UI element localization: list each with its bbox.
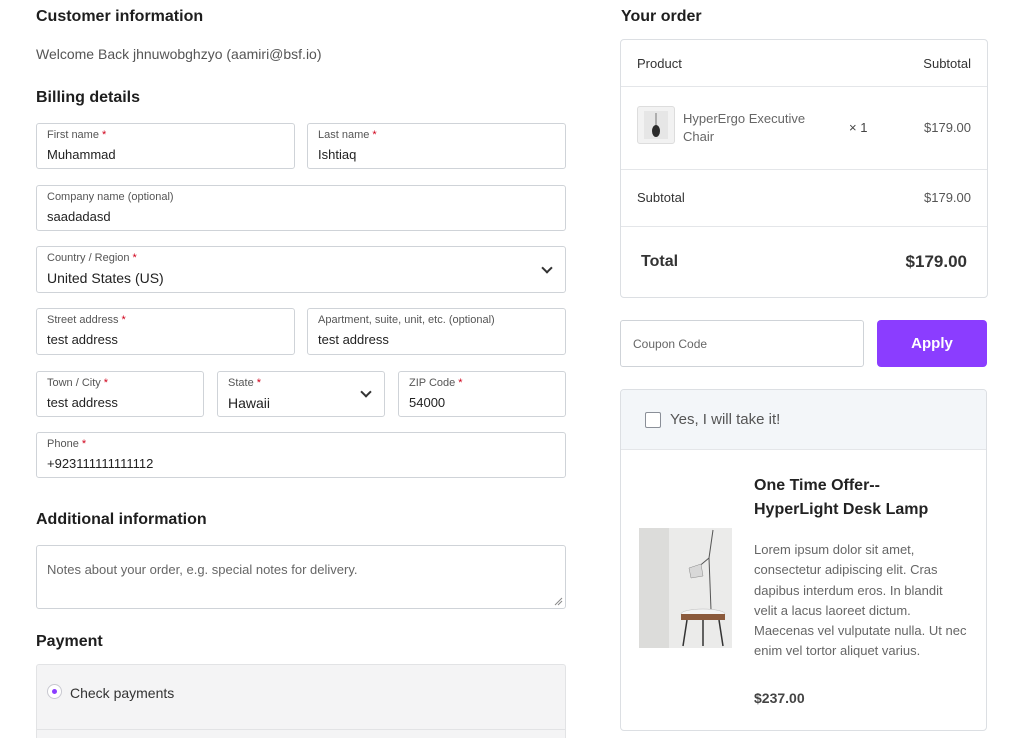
lamp-product-image — [639, 528, 732, 648]
apartment-value: test address — [318, 332, 389, 347]
chevron-down-icon — [541, 261, 553, 274]
required-mark: * — [101, 129, 107, 141]
order-summary-card: Product Subtotal HyperErgo Executive Cha… — [620, 39, 988, 298]
divider — [621, 86, 987, 87]
total-value: $179.00 — [905, 252, 967, 271]
offer-description: Lorem ipsum dolor sit amet, consectetur … — [754, 542, 967, 659]
billing-heading: Billing details — [36, 89, 141, 106]
total-label: Total — [641, 253, 679, 270]
item-name: HyperErgo Executive Chair — [683, 111, 806, 144]
street-field[interactable]: Street address * test address — [36, 308, 295, 355]
customer-info-heading: Customer information — [36, 8, 204, 25]
check-payments-label: Check payments — [70, 685, 175, 701]
payment-heading: Payment — [36, 633, 103, 650]
zip-value: 54000 — [409, 395, 446, 410]
state-value: Hawaii — [228, 395, 271, 411]
check-payments-radio[interactable] — [47, 684, 62, 699]
country-value: United States (US) — [47, 270, 164, 286]
zip-field[interactable]: ZIP Code * 54000 — [398, 371, 566, 417]
company-field[interactable]: Company name (optional) saadadasd — [36, 185, 566, 231]
coupon-placeholder: Coupon Code — [633, 337, 708, 351]
payment-methods-box: Check payments — [36, 664, 566, 738]
subtotal-label: Subtotal — [637, 190, 685, 205]
last-name-field[interactable]: Last name * Ishtiaq — [307, 123, 566, 169]
product-thumbnail — [637, 106, 675, 144]
lamp-image-icon — [639, 528, 732, 648]
subtotal-value: $179.00 — [924, 190, 971, 205]
required-mark: * — [256, 377, 261, 389]
col-product-header: Product — [637, 56, 682, 71]
required-mark: * — [132, 252, 137, 264]
payment-divider — [37, 729, 565, 730]
zip-label: ZIP Code — [409, 377, 456, 389]
required-mark: * — [458, 377, 463, 389]
city-value: test address — [47, 395, 118, 410]
state-label: State — [228, 377, 254, 389]
col-subtotal-header: Subtotal — [923, 56, 971, 71]
first-name-label: First name — [47, 129, 99, 141]
coupon-input[interactable]: Coupon Code — [620, 320, 864, 367]
divider — [621, 226, 987, 227]
phone-value: +923111111111112 — [47, 456, 154, 471]
required-mark: * — [121, 314, 126, 326]
company-value: saadadasd — [47, 209, 111, 224]
required-mark: * — [81, 438, 87, 450]
required-mark: * — [372, 129, 377, 141]
first-name-field[interactable]: First name * Muhammad — [36, 123, 295, 169]
apartment-field[interactable]: Apartment, suite, unit, etc. (optional) … — [307, 308, 566, 355]
last-name-label: Last name — [318, 129, 370, 141]
offer-title: One Time Offer-- HyperLight Desk Lamp — [754, 477, 929, 518]
upsell-offer-card: Yes, I will take it! One Time Offer-- Hy… — [620, 389, 987, 731]
state-select[interactable]: State * Hawaii — [217, 371, 385, 417]
chevron-down-icon — [360, 386, 372, 398]
city-field[interactable]: Town / City * test address — [36, 371, 204, 417]
country-select[interactable]: Country / Region * United States (US) — [36, 246, 566, 293]
your-order-heading: Your order — [621, 8, 702, 25]
phone-field[interactable]: Phone * +923111111111112 — [36, 432, 566, 478]
phone-label: Phone — [47, 438, 79, 450]
item-price: $179.00 — [924, 120, 971, 135]
street-value: test address — [47, 332, 118, 347]
welcome-text: Welcome Back jhnuwobghzyo (aamiri@bsf.io… — [36, 46, 322, 62]
last-name-value: Ishtiaq — [318, 147, 357, 162]
item-qty: × 1 — [849, 120, 868, 135]
divider — [621, 169, 987, 170]
offer-header: Yes, I will take it! — [621, 390, 986, 450]
required-mark: * — [103, 377, 109, 389]
city-label: Town / City — [47, 377, 101, 389]
accept-offer-checkbox[interactable] — [645, 412, 661, 428]
company-label: Company name (optional) — [47, 191, 174, 203]
apartment-label: Apartment, suite, unit, etc. (optional) — [318, 314, 495, 326]
order-notes-textarea[interactable]: Notes about your order, e.g. special not… — [36, 545, 566, 609]
apply-coupon-button[interactable]: Apply — [877, 320, 987, 367]
order-notes-placeholder: Notes about your order, e.g. special not… — [47, 562, 358, 577]
offer-price: $237.00 — [754, 690, 805, 706]
resize-handle-icon[interactable] — [554, 597, 563, 606]
accept-offer-label: Yes, I will take it! — [670, 411, 781, 428]
chair-icon — [644, 111, 668, 139]
street-label: Street address — [47, 314, 119, 326]
radio-selected-dot — [52, 689, 57, 694]
country-label: Country / Region — [47, 252, 130, 264]
first-name-value: Muhammad — [47, 147, 116, 162]
additional-info-heading: Additional information — [36, 511, 207, 528]
